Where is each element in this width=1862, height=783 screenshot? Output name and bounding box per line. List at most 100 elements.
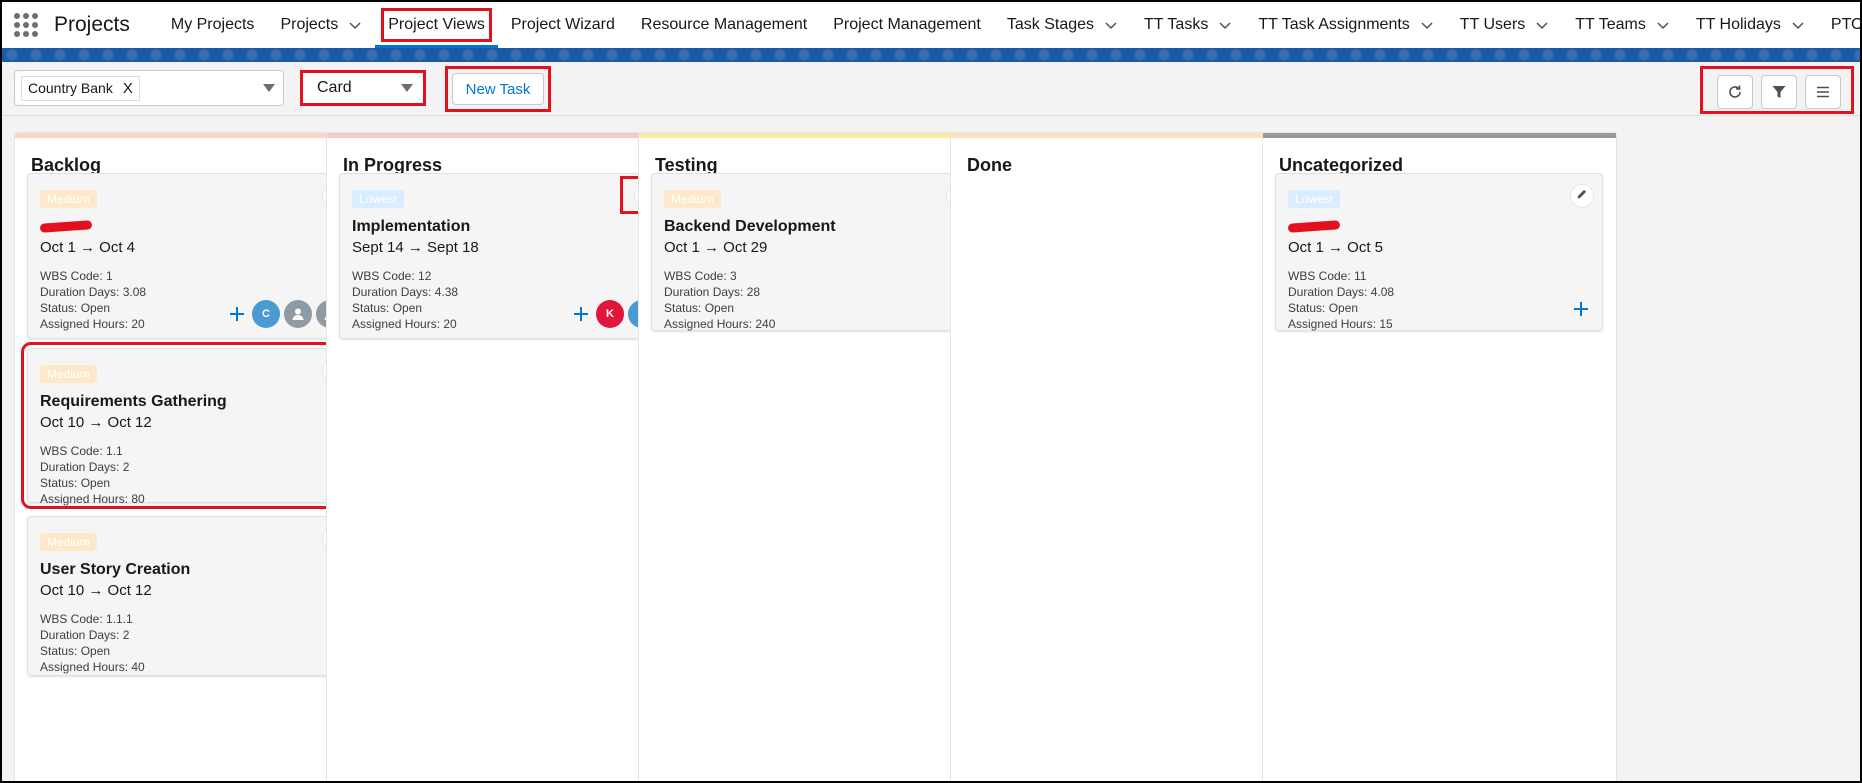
column-uncategorized: Uncategorized Lowest Oct 1 → Oct 5 WBS Code…	[1262, 132, 1617, 781]
menu-icon	[1817, 86, 1829, 98]
nav-item-my-projects[interactable]: My Projects	[158, 2, 268, 48]
nav-item-task-stages[interactable]: Task Stages	[994, 2, 1131, 48]
task-details: WBS Code: 3 Duration Days: 28 Status: Open…	[664, 268, 775, 332]
nav-item-project-wizard[interactable]: Project Wizard	[498, 2, 628, 48]
column-title: Done	[967, 155, 1012, 175]
task-title[interactable]: User Story Creation	[40, 561, 190, 579]
task-hours: Assigned Hours: 40	[40, 660, 145, 674]
new-task-highlight: New Task	[445, 66, 551, 112]
view-select[interactable]: Card	[300, 70, 426, 106]
add-assignee-icon[interactable]	[570, 303, 592, 325]
column-backlog: Backlog Medium Oct 1 → Oct 4 WBS Code: 1 Dur…	[14, 132, 369, 781]
nav-item-tt-users[interactable]: TT Users	[1447, 2, 1562, 48]
project-filter[interactable]: Country Bank X	[14, 70, 284, 106]
column-stripe	[639, 133, 992, 138]
view-select-value: Card	[317, 79, 352, 96]
app-launcher-icon[interactable]	[14, 11, 38, 39]
nav-item-label: PTO	[1830, 16, 1862, 33]
nav-item-label: TT Holidays	[1695, 16, 1781, 33]
nav-item-label: TT Users	[1459, 16, 1526, 33]
task-wbs: WBS Code: 12	[352, 269, 432, 283]
task-title[interactable]: Backend Development	[664, 218, 836, 236]
column-stripe	[327, 133, 680, 138]
list-menu-button[interactable]	[1805, 75, 1841, 109]
new-task-button[interactable]: New Task	[452, 73, 544, 105]
project-filter-value: Country Bank	[28, 80, 113, 96]
nav-item-tt-teams[interactable]: TT Teams	[1562, 2, 1683, 48]
column-stripe	[1263, 133, 1616, 138]
refresh-button[interactable]	[1717, 75, 1753, 109]
chevron-down-icon[interactable]	[1420, 18, 1434, 32]
add-assignee-icon[interactable]	[226, 303, 248, 325]
chevron-down-icon[interactable]	[348, 18, 362, 32]
chevron-down-icon[interactable]	[1218, 18, 1232, 32]
column-stripe	[951, 133, 1304, 138]
task-status: Status: Open	[664, 301, 735, 315]
chevron-down-icon	[401, 84, 413, 92]
chevron-down-icon[interactable]	[1535, 18, 1549, 32]
user-avatar-icon[interactable]	[284, 300, 312, 328]
priority-badge: Medium	[664, 190, 721, 208]
chevron-down-icon[interactable]	[1104, 18, 1118, 32]
board-toolbar: Country Bank X Card New Task	[2, 62, 1860, 116]
task-status: Status: Open	[40, 301, 111, 315]
pencil-icon	[1576, 187, 1588, 205]
chevron-down-icon[interactable]	[1656, 18, 1670, 32]
chevron-down-icon[interactable]	[1791, 18, 1805, 32]
nav-item-projects[interactable]: Projects	[267, 2, 375, 48]
project-filter-dropdown-icon[interactable]	[263, 84, 275, 92]
task-wbs: WBS Code: 1.1	[40, 444, 123, 458]
task-card[interactable]: Medium User Story Creation Oct 10 → Oct 12…	[27, 516, 355, 676]
task-wbs: WBS Code: 11	[1288, 269, 1367, 283]
add-assignee-icon[interactable]	[1570, 298, 1592, 320]
task-card[interactable]: Medium Backend Development Oct 1 → Oct 29 W…	[651, 173, 979, 331]
task-dates: Oct 1 → Oct 4	[40, 239, 136, 256]
priority-badge: Medium	[40, 533, 97, 551]
task-wbs: WBS Code: 1.1.1	[40, 612, 133, 626]
nav-item-tt-holidays[interactable]: TT Holidays	[1683, 2, 1818, 48]
assignee-avatar[interactable]: C	[252, 300, 280, 328]
task-card[interactable]: Lowest Implementation Sept 14 → Sept 18 WBS…	[339, 173, 667, 339]
task-dates: Sept 14 → Sept 18	[352, 239, 479, 256]
task-details: WBS Code: 12 Duration Days: 4.38 Status: O…	[352, 268, 458, 332]
task-duration: Duration Days: 3.08	[40, 285, 147, 299]
column-testing: Testing Medium Backend Development Oct 1 → …	[638, 132, 993, 781]
refresh-icon	[1729, 85, 1741, 98]
nav-item-tt-task-assignments[interactable]: TT Task Assignments	[1245, 2, 1446, 48]
nav-item-label: My Projects	[170, 16, 255, 33]
assignee-avatar[interactable]: K	[596, 300, 624, 328]
edit-task-button[interactable]	[1570, 184, 1594, 208]
nav-item-tt-tasks[interactable]: TT Tasks	[1131, 2, 1245, 48]
task-title[interactable]: Implementation	[352, 218, 470, 236]
nav-item-pto[interactable]: PTO	[1818, 2, 1862, 48]
task-title[interactable]: Requirements Gathering	[40, 393, 227, 411]
task-dates: Oct 10 → Oct 12	[40, 582, 152, 599]
nav-item-project-views[interactable]: Project Views	[375, 2, 498, 48]
redacted-title	[39, 220, 93, 233]
app-window: Projects My Projects Projects Project View…	[0, 0, 1862, 783]
task-wbs: WBS Code: 1	[40, 269, 113, 283]
nav-item-label: Project Management	[833, 16, 981, 33]
task-card[interactable]: Medium Requirements Gathering Oct 10 → Oct…	[21, 342, 361, 509]
redacted-title	[1287, 220, 1341, 233]
task-duration: Duration Days: 4.38	[352, 285, 459, 299]
nav-item-project-management[interactable]: Project Management	[820, 2, 994, 48]
task-card[interactable]: Lowest Oct 1 → Oct 5 WBS Code: 11 Duration …	[1275, 173, 1603, 331]
filter-button[interactable]	[1761, 75, 1797, 109]
priority-badge: Lowest	[1288, 190, 1341, 208]
nav-item-label: Resource Management	[640, 16, 808, 33]
header-band	[2, 48, 1860, 62]
task-status: Status: Open	[352, 301, 423, 315]
task-hours: Assigned Hours: 15	[1288, 317, 1393, 331]
nav-item-label: Task Stages	[1006, 16, 1095, 33]
clear-filter-icon[interactable]: X	[123, 80, 133, 97]
task-card[interactable]: Medium Oct 1 → Oct 4 WBS Code: 1 Duration D…	[27, 173, 355, 339]
nav-item-resource-management[interactable]: Resource Management	[628, 2, 820, 48]
nav-item-label: TT Teams	[1575, 16, 1646, 33]
task-details: WBS Code: 1 Duration Days: 3.08 Status: Op…	[40, 268, 146, 332]
priority-badge: Medium	[40, 190, 97, 208]
filter-icon	[1772, 86, 1786, 98]
task-hours: Assigned Hours: 80	[40, 492, 145, 506]
task-duration: Duration Days: 4.08	[1288, 285, 1395, 299]
task-duration: Duration Days: 2	[40, 460, 130, 474]
